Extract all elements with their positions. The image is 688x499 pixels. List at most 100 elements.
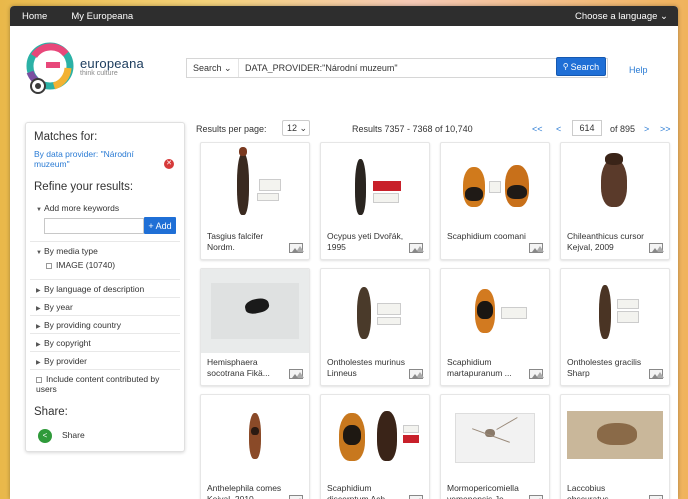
image-type-icon xyxy=(289,369,304,379)
result-card[interactable]: Mormopericomiella yemenensis Je... xyxy=(440,394,550,499)
result-card[interactable]: Scaphidium discerptum Ach... xyxy=(320,394,430,499)
result-thumbnail xyxy=(201,143,309,227)
facet-option-image[interactable]: IMAGE (10740) xyxy=(30,260,180,270)
prev-page-link[interactable]: < xyxy=(556,124,561,134)
include-ugc-label: Include content contributed by users xyxy=(36,374,160,394)
triangle-right-icon: ▶ xyxy=(36,306,41,312)
triangle-down-icon: ▼ xyxy=(36,250,42,256)
facet-option-image-label: IMAGE (10740) xyxy=(56,260,116,270)
add-keywords-toggle[interactable]: ▼ Add more keywords xyxy=(30,203,180,213)
result-thumbnail xyxy=(441,143,549,227)
logo-wordmark: europeana xyxy=(80,56,144,71)
language-selector[interactable]: Choose a language ⌄ xyxy=(575,11,668,22)
nav-my-europeana[interactable]: My Europeana xyxy=(71,11,133,22)
help-link[interactable]: Help xyxy=(629,65,648,75)
result-thumbnail xyxy=(441,395,549,479)
image-type-icon xyxy=(529,495,544,499)
results-per-page-select[interactable]: 12 ⌄ xyxy=(282,120,310,136)
facet-language[interactable]: ▶ By language of description xyxy=(30,279,180,294)
facet-year-label: By year xyxy=(44,302,73,312)
result-title: Ontholestes gracilis Sharp xyxy=(567,357,642,378)
search-input[interactable] xyxy=(239,59,539,77)
result-title: Chileanthicus cursor Kejval, 2009 xyxy=(567,231,645,252)
triangle-right-icon: ▶ xyxy=(36,360,41,366)
include-ugc-option[interactable]: Include content contributed by users xyxy=(30,369,180,394)
facet-provider-label: By provider xyxy=(44,356,87,366)
share-icon[interactable]: < xyxy=(38,429,52,443)
results-per-page-label: Results per page: xyxy=(196,124,267,134)
result-thumbnail xyxy=(561,269,669,353)
result-thumbnail xyxy=(561,395,669,479)
image-type-icon xyxy=(409,495,424,499)
first-page-link[interactable]: << xyxy=(532,124,543,134)
image-type-icon xyxy=(529,243,544,253)
results-summary: Results 7357 - 7368 of 10,740 xyxy=(352,124,473,134)
facet-media-type-label: By media type xyxy=(44,246,98,256)
nav-home[interactable]: Home xyxy=(22,11,47,22)
result-thumbnail xyxy=(201,269,309,353)
last-page-link[interactable]: >> xyxy=(660,124,671,134)
facet-language-label: By language of description xyxy=(44,284,145,294)
facet-country[interactable]: ▶ By providing country xyxy=(30,315,180,330)
result-card[interactable]: Anthelephila comes Kejval, 2010 xyxy=(200,394,310,499)
triangle-right-icon: ▶ xyxy=(36,288,41,294)
next-page-link[interactable]: > xyxy=(644,124,649,134)
facet-country-label: By providing country xyxy=(44,320,122,330)
result-title: Tasgius falcifer Nordm. xyxy=(207,231,264,252)
checkbox[interactable] xyxy=(46,262,52,269)
facet-provider[interactable]: ▶ By provider xyxy=(30,351,180,366)
add-keywords-label: Add more keywords xyxy=(44,203,120,213)
image-type-icon xyxy=(289,495,304,499)
image-type-icon xyxy=(409,243,424,253)
result-title: Hemisphaera socotrana Fikä... xyxy=(207,357,270,378)
result-thumbnail xyxy=(201,395,309,479)
result-thumbnail xyxy=(321,269,429,353)
search-box: Search ⌄ xyxy=(186,58,608,78)
refine-sidebar: Matches for: By data provider: "Národní … xyxy=(25,122,185,452)
result-title: Ocypus yeti Dvořák, 1995 xyxy=(327,231,404,252)
result-thumbnail xyxy=(441,269,549,353)
add-keyword-button[interactable]: + Add xyxy=(144,217,176,234)
result-title: Ontholestes murinus Linneus xyxy=(327,357,405,378)
facet-copyright-label: By copyright xyxy=(44,338,91,348)
facet-copyright[interactable]: ▶ By copyright xyxy=(30,333,180,348)
result-card[interactable]: Ocypus yeti Dvořák, 1995 xyxy=(320,142,430,260)
result-card[interactable]: Tasgius falcifer Nordm. xyxy=(200,142,310,260)
result-card[interactable]: Ontholestes gracilis Sharp xyxy=(560,268,670,386)
result-title: Anthelephila comes Kejval, 2010 xyxy=(207,483,282,499)
result-title: Mormopericomiella yemenensis Je... xyxy=(447,483,519,499)
image-type-icon xyxy=(649,243,664,253)
keyword-input[interactable] xyxy=(44,218,144,234)
active-filter-provider[interactable]: By data provider: "Národní muzeum" xyxy=(34,149,162,169)
result-thumbnail xyxy=(321,395,429,479)
search-scope-dropdown[interactable]: Search ⌄ xyxy=(187,59,239,77)
result-title: Scaphidium discerptum Ach... xyxy=(327,483,393,499)
result-title: Laccobius obscuratus Rottenberg, 18... xyxy=(567,483,609,499)
checkbox[interactable] xyxy=(36,376,42,383)
result-thumbnail xyxy=(561,143,669,227)
triangle-down-icon: ▼ xyxy=(36,207,42,213)
result-card[interactable]: Hemisphaera socotrana Fikä... xyxy=(200,268,310,386)
search-icon: ⚲ xyxy=(562,62,569,71)
browser-page: Home My Europeana Choose a language ⌄ eu… xyxy=(10,6,678,499)
page-number-input[interactable]: 614 xyxy=(572,120,602,136)
image-type-icon xyxy=(529,369,544,379)
result-card[interactable]: Scaphidium coomani xyxy=(440,142,550,260)
result-card[interactable]: Chileanthicus cursor Kejval, 2009 xyxy=(560,142,670,260)
share-link[interactable]: Share xyxy=(62,430,85,440)
share-heading: Share: xyxy=(34,406,68,418)
result-card[interactable]: Scaphidium martapuranum ... xyxy=(440,268,550,386)
result-card[interactable]: Ontholestes murinus Linneus xyxy=(320,268,430,386)
logo-tagline: think culture xyxy=(80,70,118,77)
image-type-icon xyxy=(649,495,664,499)
result-thumbnail xyxy=(321,143,429,227)
remove-filter-icon[interactable]: ✕ xyxy=(164,159,174,169)
top-nav-bar: Home My Europeana Choose a language ⌄ xyxy=(10,6,678,26)
image-type-icon xyxy=(649,369,664,379)
facet-year[interactable]: ▶ By year xyxy=(30,297,180,312)
search-button[interactable]: ⚲ Search xyxy=(556,57,606,76)
facet-media-type[interactable]: ▼ By media type xyxy=(30,241,180,256)
triangle-right-icon: ▶ xyxy=(36,342,41,348)
page-count: of 895 xyxy=(610,124,636,134)
result-card[interactable]: Laccobius obscuratus Rottenberg, 18... xyxy=(560,394,670,499)
